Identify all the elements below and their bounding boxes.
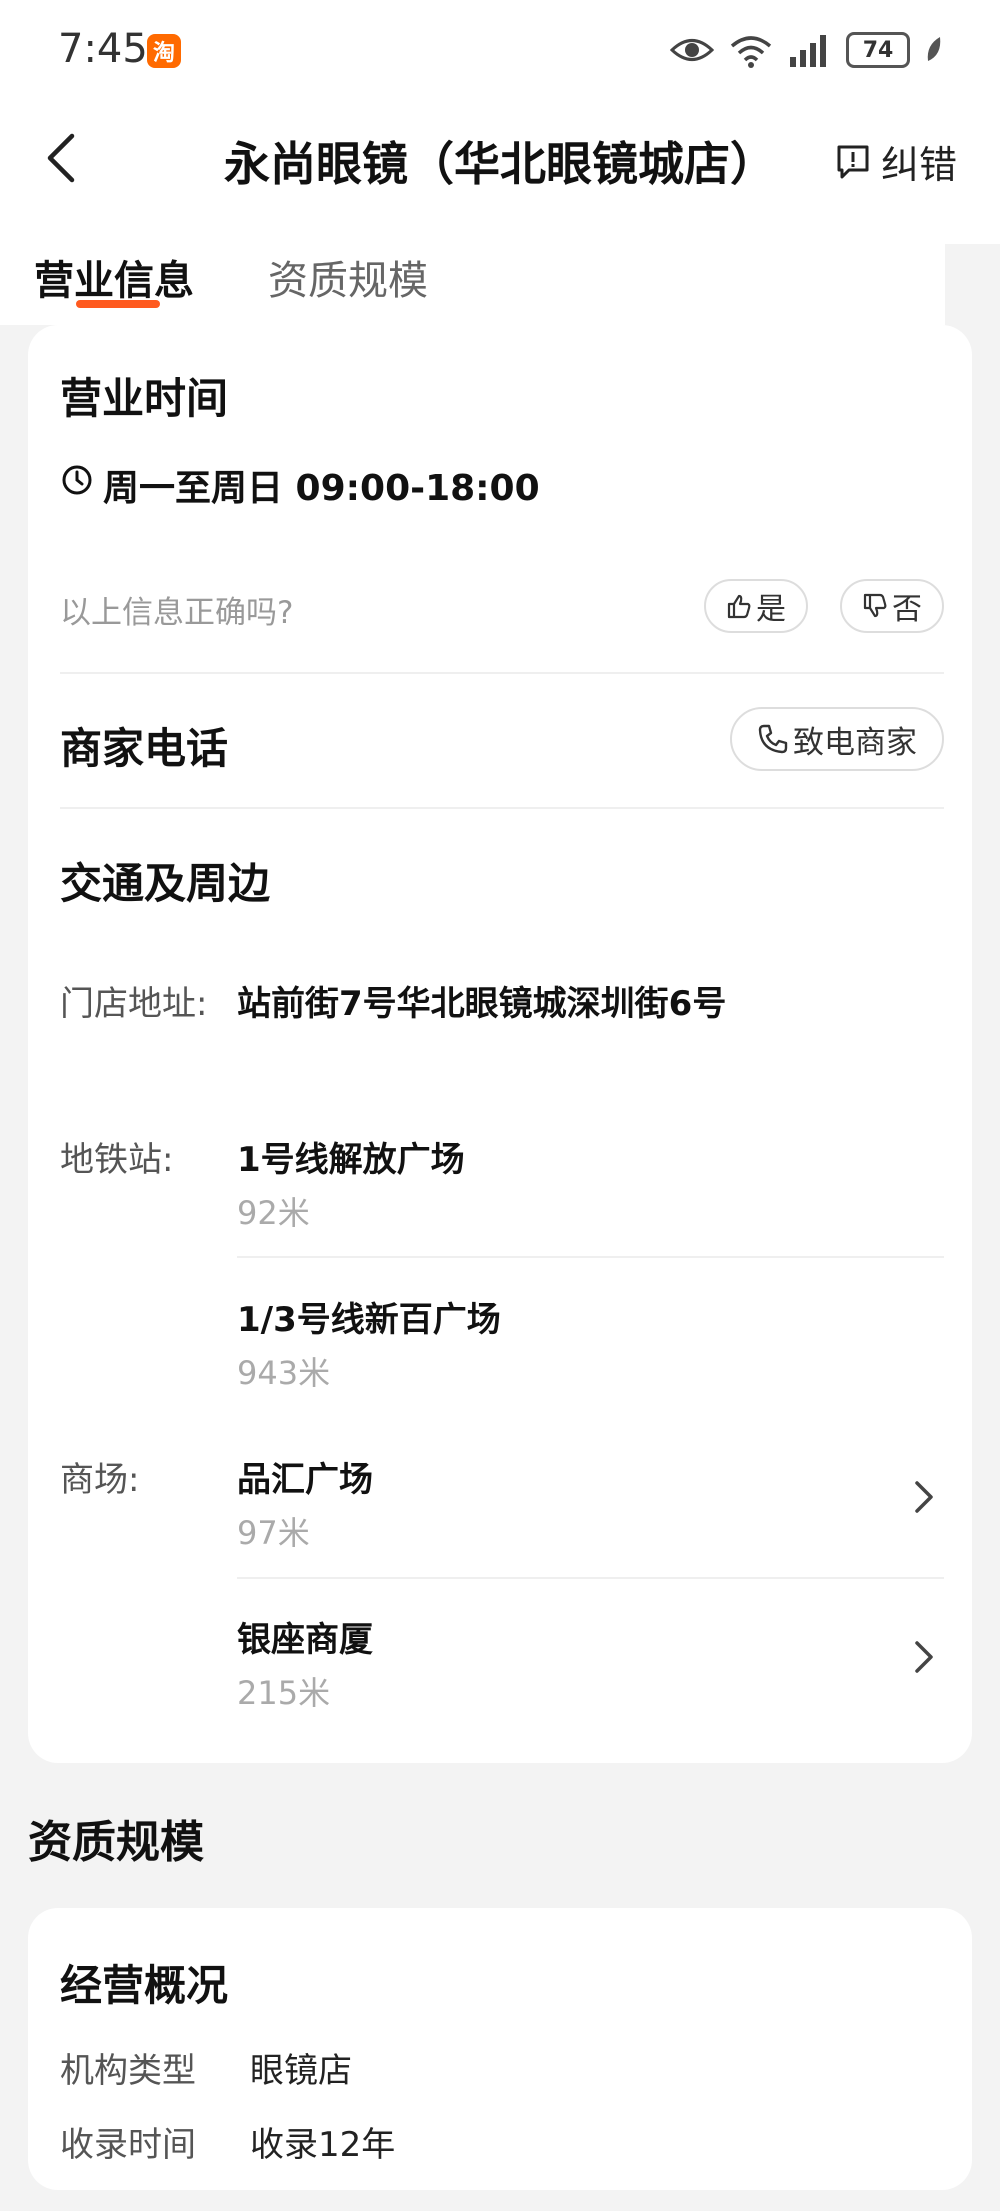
thumbs-up-icon <box>727 594 751 619</box>
accuracy-question: 以上信息正确吗? <box>60 595 294 631</box>
chevron-right-icon <box>915 1481 933 1513</box>
divider <box>60 672 944 674</box>
confirm-yes-label: 是 <box>756 592 786 627</box>
mall-name: 银座商厦 <box>237 1620 373 1660</box>
org-type-label: 机构类型 <box>60 2051 196 2091</box>
leaf-icon <box>927 37 941 61</box>
alert-message-icon <box>837 145 869 178</box>
call-merchant-button[interactable]: 致电商家 <box>730 707 944 771</box>
report-error-button[interactable]: 纠错 <box>835 134 957 189</box>
mall-distance: 97米 <box>237 1514 310 1552</box>
battery-icon: 74 <box>846 32 910 68</box>
business-info-card: 营业时间 周一至周日 09:00-18:00 以上信息正确吗? 是 否 商家电话… <box>28 325 972 1763</box>
subway-station-distance: 943米 <box>237 1354 331 1392</box>
confirm-yes-button[interactable]: 是 <box>704 579 808 633</box>
tab-qualification[interactable]: 资质规模 <box>268 248 428 306</box>
subway-station-name: 1/3号线新百广场 <box>237 1300 501 1340</box>
subway-station-name: 1号线解放广场 <box>237 1140 465 1180</box>
tab-business-info[interactable]: 营业信息 <box>34 248 194 306</box>
call-merchant-label: 致电商家 <box>793 724 917 761</box>
merchant-phone-heading: 商家电话 <box>60 724 229 773</box>
store-address: 站前街7号华北眼镜城深圳街6号 <box>237 984 727 1024</box>
divider <box>60 807 944 809</box>
thumbs-down-icon <box>863 593 887 618</box>
subway-station-distance: 92米 <box>237 1194 310 1232</box>
active-tab-indicator <box>76 300 160 308</box>
subway-label: 地铁站: <box>60 1140 174 1180</box>
qualification-card: 经营概况 机构类型 眼镜店 收录时间 收录12年 <box>28 1908 972 2190</box>
tab-bar-edge <box>945 244 1000 325</box>
phone-icon <box>758 724 788 754</box>
divider <box>237 1256 944 1258</box>
business-hours-heading: 营业时间 <box>60 374 229 423</box>
listed-time-label: 收录时间 <box>60 2125 196 2165</box>
report-error-label: 纠错 <box>881 143 958 187</box>
taobao-app-icon: 淘 <box>147 34 181 68</box>
listed-time-value: 收录12年 <box>250 2125 396 2165</box>
status-icons: 74 <box>670 30 944 70</box>
divider <box>237 1577 944 1579</box>
qualification-section-title: 资质规模 <box>28 1817 204 1868</box>
confirm-no-button[interactable]: 否 <box>840 579 944 633</box>
status-time: 7:45 <box>58 26 148 72</box>
address-label: 门店地址: <box>60 984 208 1024</box>
back-button[interactable] <box>40 130 80 186</box>
page-title: 永尚眼镜（华北眼镜城店） <box>224 137 776 191</box>
signal-icon <box>790 35 826 67</box>
eye-icon <box>670 39 714 61</box>
mall-name: 品汇广场 <box>237 1460 373 1500</box>
chevron-right-icon <box>915 1641 933 1673</box>
confirm-no-label: 否 <box>892 592 922 627</box>
business-hours-value: 周一至周日 09:00-18:00 <box>103 468 540 509</box>
wifi-icon <box>730 36 772 68</box>
org-type-value: 眼镜店 <box>250 2051 352 2091</box>
clock-icon <box>62 465 92 495</box>
mall-label: 商场: <box>60 1460 140 1500</box>
mall-distance: 215米 <box>237 1674 331 1712</box>
business-overview-heading: 经营概况 <box>60 1961 229 2010</box>
transport-heading: 交通及周边 <box>60 859 271 908</box>
back-arrow-icon <box>47 133 75 183</box>
